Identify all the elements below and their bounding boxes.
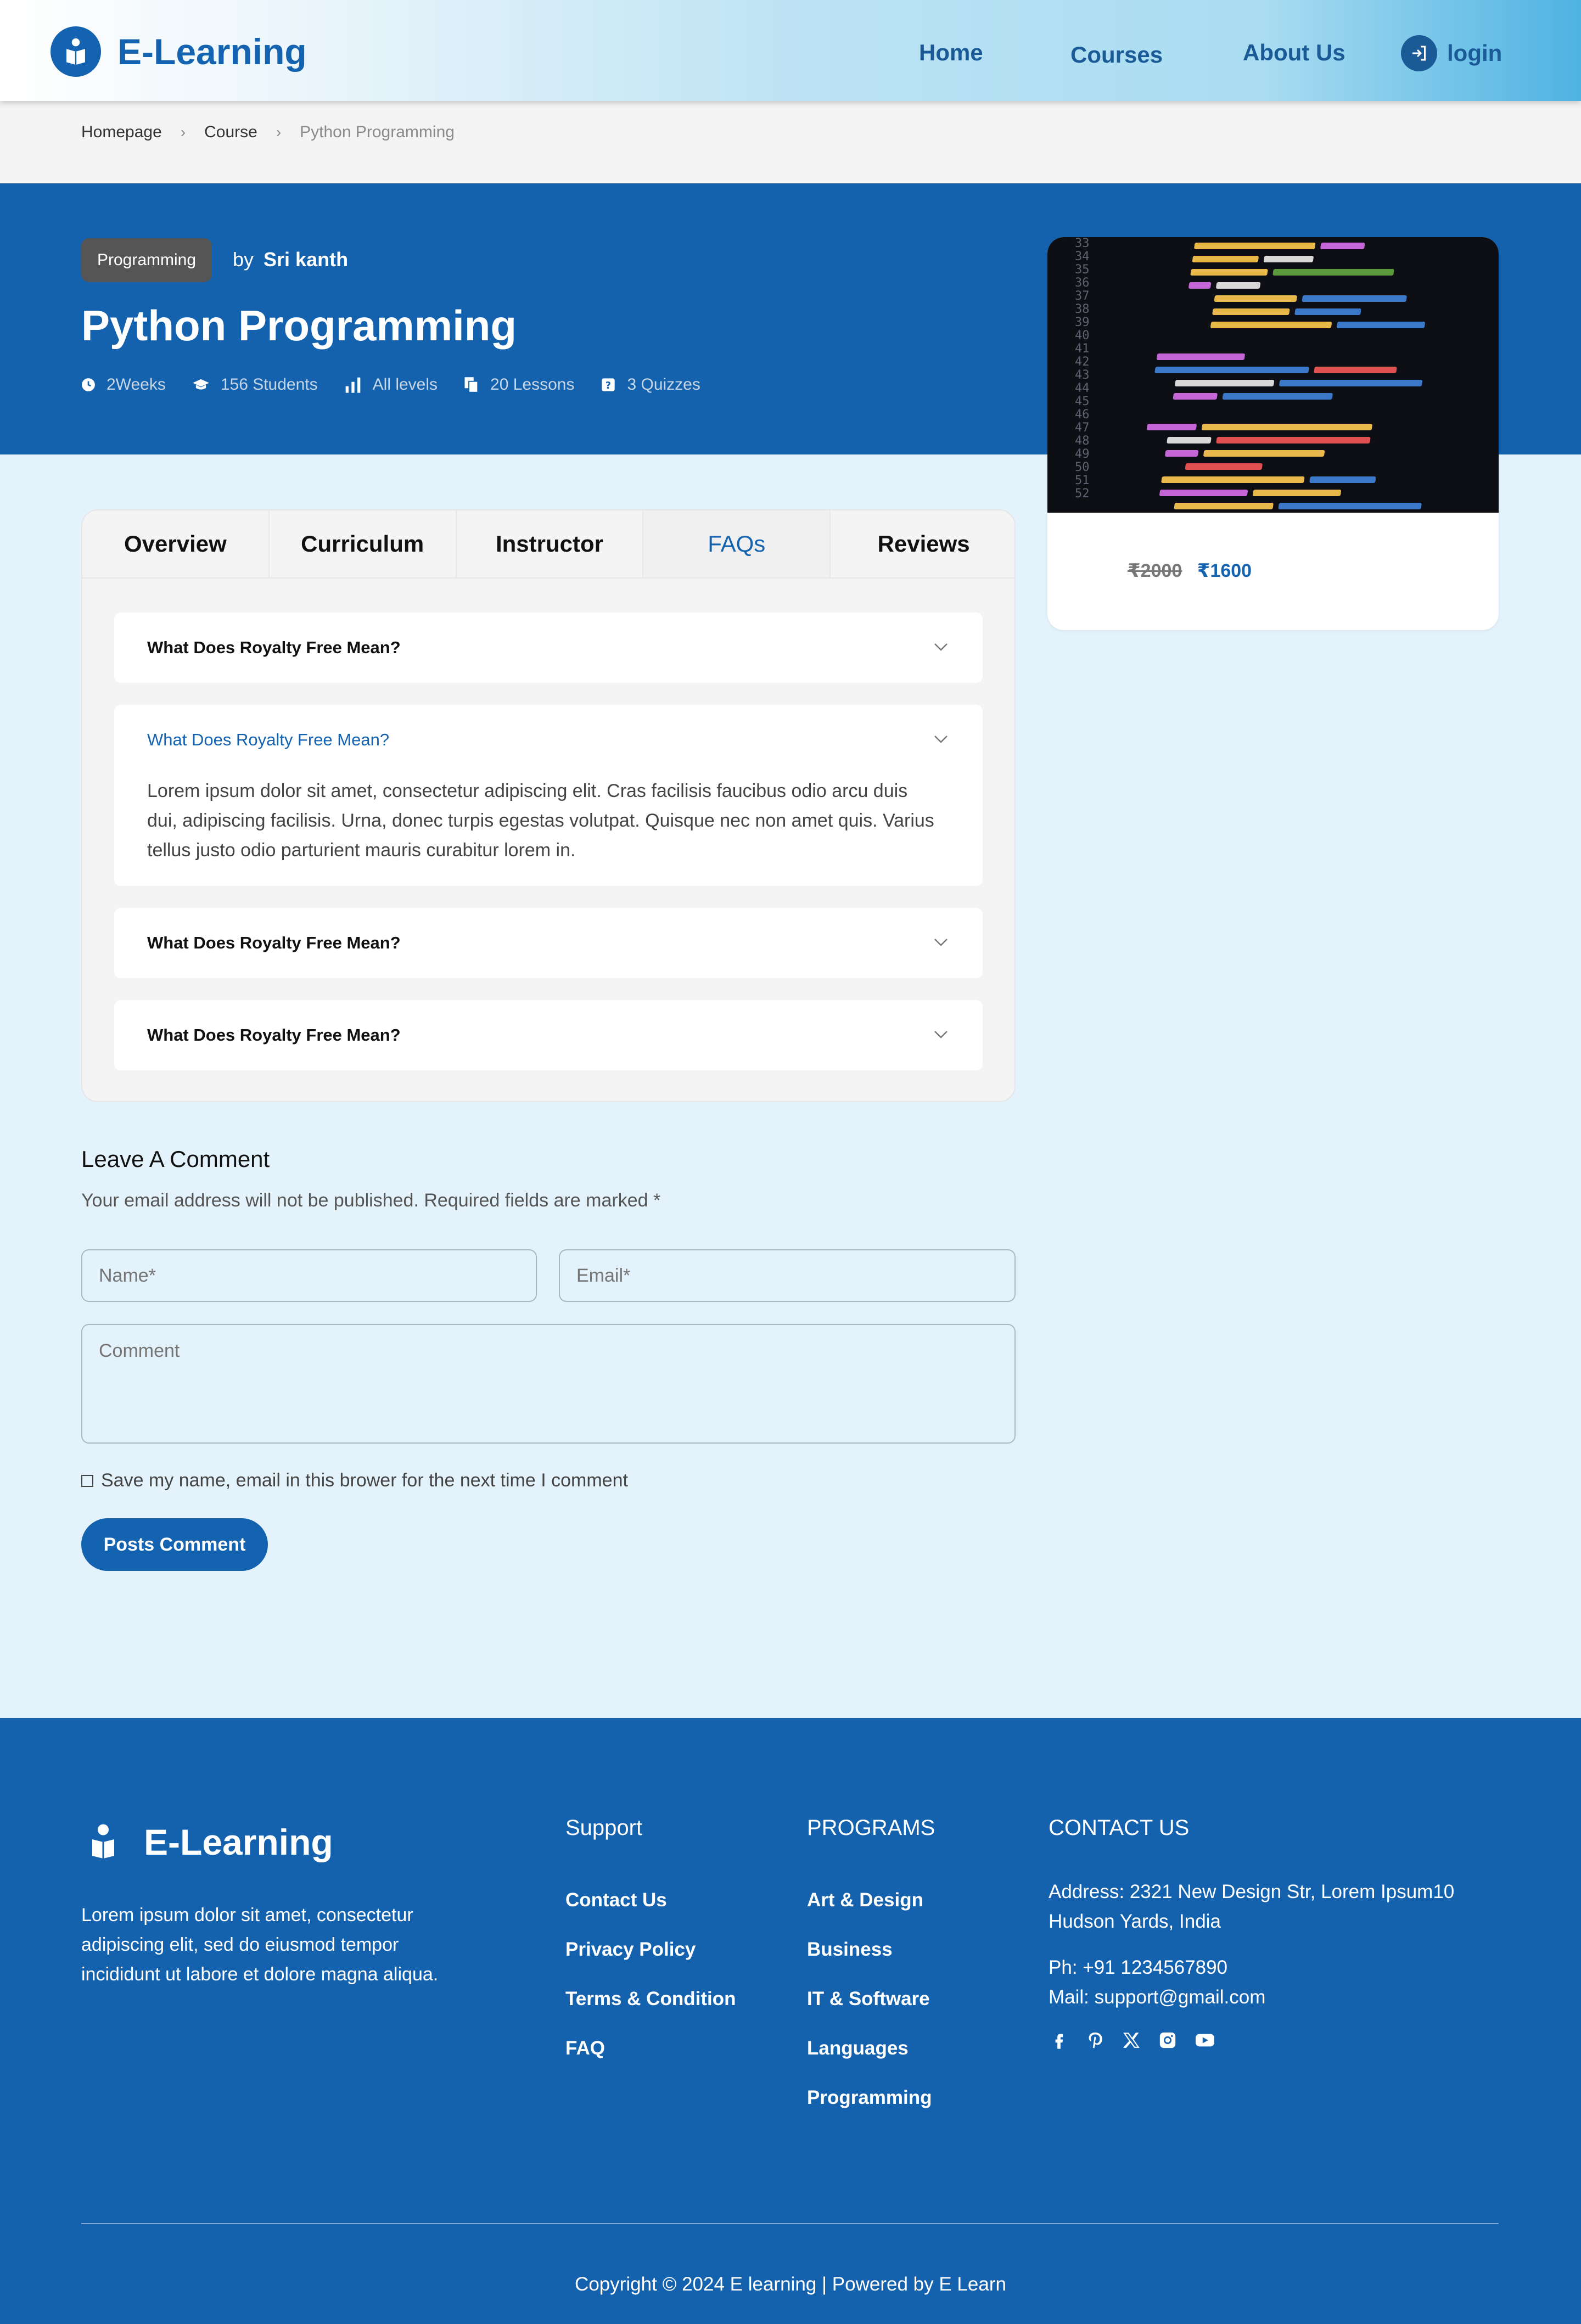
faq-question: What Does Royalty Free Mean? bbox=[147, 933, 401, 952]
author-name[interactable]: Sri kanth bbox=[264, 248, 348, 271]
footer-divider bbox=[81, 2223, 1499, 2224]
footer-link-faq[interactable]: FAQ bbox=[565, 2037, 605, 2059]
copyright: Copyright © 2024 E learning | Powered by… bbox=[575, 2274, 1006, 2295]
course-price-card: 33 34 35 36 37 38 39 40 41 42 43 44 45 46 47 48 49 50 51 52 bbox=[1047, 237, 1499, 630]
tab-bar: Overview Curriculum Instructor FAQs Revi… bbox=[82, 510, 1014, 579]
faq-item[interactable]: What Does Royalty Free Mean? bbox=[114, 613, 983, 683]
breadcrumb-bar bbox=[0, 101, 1581, 183]
brand-logo[interactable]: E-Learning bbox=[51, 26, 307, 77]
tab-reviews[interactable]: Reviews bbox=[831, 510, 1014, 577]
tab-faqs[interactable]: FAQs bbox=[643, 510, 831, 577]
login-icon bbox=[1401, 35, 1437, 71]
quiz-icon: ? bbox=[602, 378, 615, 391]
faq-item-expanded[interactable]: What Does Royalty Free Mean? Lorem ipsum… bbox=[114, 705, 983, 886]
footer-link-programming[interactable]: Programming bbox=[807, 2087, 932, 2109]
breadcrumb-current: Python Programming bbox=[300, 123, 455, 141]
save-info-checkbox[interactable] bbox=[81, 1474, 93, 1487]
footer-link-business[interactable]: Business bbox=[807, 1939, 893, 1961]
save-info-row[interactable]: Save my name, email in this brower for t… bbox=[81, 1470, 628, 1491]
chevron-down-icon bbox=[934, 1031, 948, 1038]
faq-question: What Does Royalty Free Mean? bbox=[147, 638, 401, 657]
course-price: ₹2000 ₹1600 bbox=[1128, 560, 1252, 582]
youtube-icon[interactable] bbox=[1195, 2031, 1215, 2050]
pinterest-icon[interactable] bbox=[1086, 2031, 1105, 2050]
copy-icon bbox=[464, 377, 479, 393]
by-label: by bbox=[233, 248, 254, 271]
faq-question: What Does Royalty Free Mean? bbox=[147, 1025, 401, 1045]
chevron-down-icon bbox=[934, 643, 948, 651]
breadcrumb: Homepage › Course › Python Programming bbox=[81, 123, 455, 142]
graduation-cap-icon bbox=[192, 379, 209, 390]
svg-text:?: ? bbox=[606, 380, 611, 391]
contact-address: Address: 2321 New Design Str, Lorem Ipsu… bbox=[1049, 1881, 1455, 1932]
course-thumbnail: 33 34 35 36 37 38 39 40 41 42 43 44 45 46 47 48 49 50 51 52 bbox=[1047, 237, 1499, 513]
nav-about-us[interactable]: About Us bbox=[1243, 40, 1345, 66]
price-original: ₹2000 bbox=[1128, 560, 1182, 581]
post-comment-button[interactable]: Posts Comment bbox=[81, 1518, 268, 1571]
code-screen-graphic bbox=[1146, 243, 1425, 509]
course-title: Python Programming bbox=[81, 301, 517, 350]
meta-level: All levels bbox=[344, 375, 438, 394]
programs-heading: PROGRAMS bbox=[807, 1816, 935, 1840]
brand-name: E-Learning bbox=[117, 31, 307, 72]
tab-overview[interactable]: Overview bbox=[82, 510, 270, 577]
footer-link-languages[interactable]: Languages bbox=[807, 2037, 909, 2059]
chevron-right-icon: › bbox=[276, 124, 282, 141]
footer-brand[interactable]: E-Learning bbox=[87, 1821, 333, 1863]
instagram-icon[interactable] bbox=[1158, 2031, 1177, 2050]
meta-students: 156 Students bbox=[192, 375, 318, 394]
comment-title: Leave A Comment bbox=[81, 1146, 270, 1172]
tab-curriculum[interactable]: Curriculum bbox=[270, 510, 457, 577]
comment-subtitle: Your email address will not be published… bbox=[81, 1190, 661, 1211]
footer-link-art-design[interactable]: Art & Design bbox=[807, 1889, 923, 1911]
footer-link-terms[interactable]: Terms & Condition bbox=[565, 1988, 736, 2010]
contact-phone[interactable]: Ph: +91 1234567890 bbox=[1049, 1953, 1227, 1983]
footer-description: Lorem ipsum dolor sit amet, consectetur … bbox=[81, 1905, 439, 1985]
nav-home[interactable]: Home bbox=[919, 40, 983, 66]
name-field[interactable] bbox=[81, 1249, 537, 1302]
category-badge[interactable]: Programming bbox=[81, 238, 212, 282]
meta-quizzes: ? 3 Quizzes bbox=[601, 375, 700, 394]
author-line: by Sri kanth bbox=[233, 248, 348, 271]
course-tabs-panel: Overview Curriculum Instructor FAQs Revi… bbox=[81, 509, 1016, 1102]
faq-answer: Lorem ipsum dolor sit amet, consectetur … bbox=[147, 781, 934, 861]
reader-icon bbox=[92, 1824, 114, 1859]
chevron-right-icon: › bbox=[180, 124, 186, 141]
site-footer: E-Learning Lorem ipsum dolor sit amet, c… bbox=[0, 1718, 1581, 2324]
contact-heading: CONTACT US bbox=[1049, 1816, 1190, 1840]
facebook-icon[interactable] bbox=[1050, 2031, 1068, 2050]
chevron-down-icon bbox=[934, 939, 948, 946]
price-discounted: ₹1600 bbox=[1197, 560, 1252, 581]
login-button[interactable]: login bbox=[1401, 35, 1502, 71]
clock-icon bbox=[82, 378, 95, 391]
x-icon[interactable] bbox=[1122, 2031, 1141, 2050]
site-header: E-Learning Home Courses About Us login bbox=[0, 0, 1581, 101]
save-info-label: Save my name, email in this brower for t… bbox=[101, 1470, 628, 1491]
support-heading: Support bbox=[565, 1816, 643, 1840]
meta-lessons: 20 Lessons bbox=[464, 375, 574, 394]
footer-link-privacy-policy[interactable]: Privacy Policy bbox=[565, 1939, 696, 1961]
nav-courses[interactable]: Courses bbox=[1070, 42, 1163, 68]
login-label: login bbox=[1447, 40, 1502, 66]
faq-item[interactable]: What Does Royalty Free Mean? bbox=[114, 908, 983, 978]
meta-duration: 2Weeks bbox=[81, 375, 166, 394]
course-meta: 2Weeks 156 Students All levels 20 Lesson… bbox=[81, 375, 727, 394]
footer-link-it-software[interactable]: IT & Software bbox=[807, 1988, 930, 2010]
social-links bbox=[1050, 2031, 1233, 2050]
bar-level-icon bbox=[345, 377, 360, 393]
reader-icon bbox=[51, 26, 101, 77]
breadcrumb-homepage[interactable]: Homepage bbox=[81, 123, 162, 142]
chevron-down-icon bbox=[934, 736, 948, 743]
faq-question: What Does Royalty Free Mean? bbox=[147, 730, 390, 749]
faq-item[interactable]: What Does Royalty Free Mean? bbox=[114, 1000, 983, 1070]
footer-link-contact-us[interactable]: Contact Us bbox=[565, 1889, 667, 1911]
email-field[interactable] bbox=[559, 1249, 1016, 1302]
breadcrumb-course[interactable]: Course bbox=[204, 123, 257, 142]
contact-mail[interactable]: Mail: support@gmail.com bbox=[1049, 1983, 1265, 2012]
footer-brand-name: E-Learning bbox=[144, 1822, 333, 1862]
tab-instructor[interactable]: Instructor bbox=[457, 510, 644, 577]
comment-field[interactable] bbox=[81, 1324, 1016, 1444]
